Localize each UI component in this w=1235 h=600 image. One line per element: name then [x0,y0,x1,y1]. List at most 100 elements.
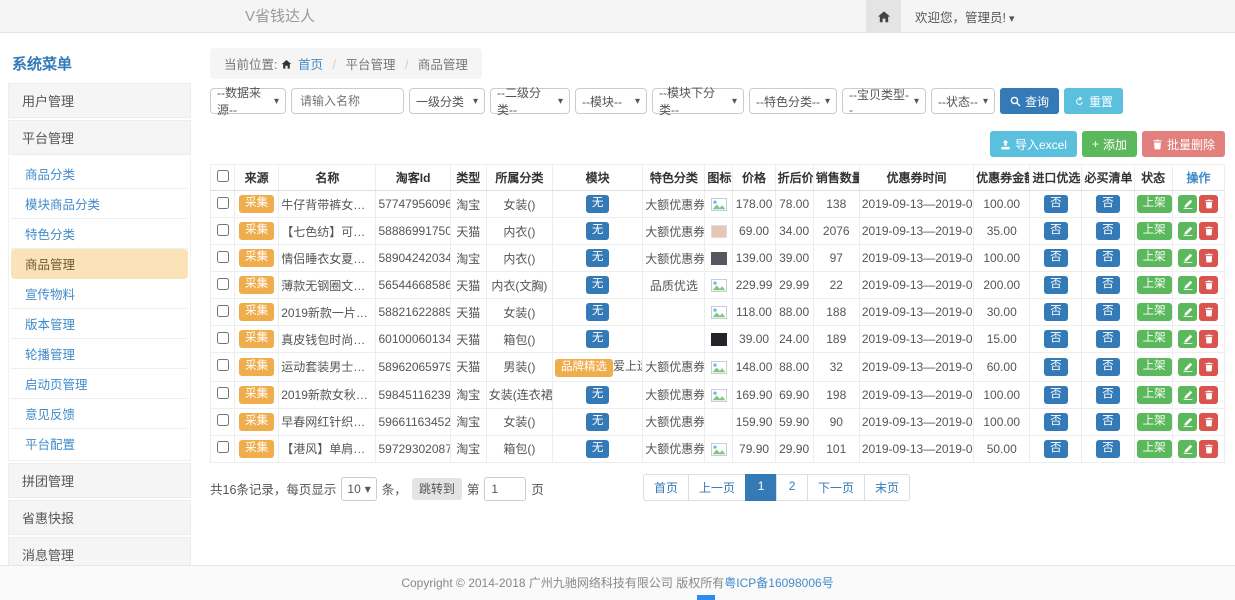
page-last-button[interactable]: 末页 [864,474,910,501]
status-toggle[interactable]: 上架 [1137,440,1172,458]
sidebar-item-version-mgmt[interactable]: 版本管理 [11,309,188,339]
edit-button[interactable] [1178,440,1197,458]
delete-button[interactable] [1199,440,1218,458]
sidebar-item-express-news[interactable]: 省惠快报 [8,500,191,535]
import-toggle[interactable]: 否 [1044,249,1068,267]
data-source-select[interactable]: --数据来源--▾ [210,88,286,114]
sidebar-item-user-mgmt[interactable]: 用户管理 [8,83,191,118]
row-checkbox[interactable] [217,359,229,371]
edit-button[interactable] [1178,413,1197,431]
must-buy-toggle[interactable]: 否 [1096,303,1120,321]
sidebar-item-splash-mgmt[interactable]: 启动页管理 [11,369,188,399]
delete-button[interactable] [1199,276,1218,294]
sidebar-item-groupbuy-mgmt[interactable]: 拼团管理 [8,463,191,498]
page-first-button[interactable]: 首页 [643,474,689,501]
edit-button[interactable] [1178,386,1197,404]
delete-button[interactable] [1199,303,1218,321]
edit-button[interactable] [1178,195,1197,213]
import-toggle[interactable]: 否 [1044,222,1068,240]
edit-button[interactable] [1178,222,1197,240]
must-buy-toggle[interactable]: 否 [1096,386,1120,404]
edit-button[interactable] [1178,303,1197,321]
reset-button[interactable]: 重置 [1064,88,1123,114]
status-toggle[interactable]: 上架 [1137,386,1172,404]
sidebar-item-carousel-mgmt[interactable]: 轮播管理 [11,339,188,369]
row-checkbox[interactable] [217,332,229,344]
import-toggle[interactable]: 否 [1044,386,1068,404]
sidebar-item-goods-category[interactable]: 商品分类 [11,159,188,189]
must-buy-toggle[interactable]: 否 [1096,440,1120,458]
delete-button[interactable] [1199,249,1218,267]
sidebar-item-promo-material[interactable]: 宣传物料 [11,279,188,309]
import-toggle[interactable]: 否 [1044,440,1068,458]
must-buy-toggle[interactable]: 否 [1096,358,1120,376]
edit-button[interactable] [1178,249,1197,267]
icp-link[interactable]: 粤ICP备16098006号 [724,576,833,590]
level1-category-select[interactable]: 一级分类▾ [409,88,485,114]
edit-button[interactable] [1178,276,1197,294]
status-toggle[interactable]: 上架 [1137,303,1172,321]
status-toggle[interactable]: 上架 [1137,276,1172,294]
delete-button[interactable] [1199,195,1218,213]
delete-button[interactable] [1199,386,1218,404]
import-toggle[interactable]: 否 [1044,276,1068,294]
status-toggle[interactable]: 上架 [1137,249,1172,267]
sidebar-item-platform-config[interactable]: 平台配置 [11,429,188,458]
row-checkbox[interactable] [217,224,229,236]
sidebar-item-special-category[interactable]: 特色分类 [11,219,188,249]
row-checkbox[interactable] [217,441,229,453]
must-buy-toggle[interactable]: 否 [1096,222,1120,240]
must-buy-toggle[interactable]: 否 [1096,249,1120,267]
import-toggle[interactable]: 否 [1044,413,1068,431]
delete-button[interactable] [1199,330,1218,348]
page-prev-button[interactable]: 上一页 [688,474,746,501]
batch-delete-button[interactable]: 批量删除 [1142,131,1225,157]
add-button[interactable]: +添加 [1082,131,1137,157]
edit-button[interactable] [1178,358,1197,376]
item-type-select[interactable]: --宝贝类型--▾ [842,88,926,114]
row-checkbox[interactable] [217,305,229,317]
home-button[interactable] [866,0,901,33]
delete-button[interactable] [1199,358,1218,376]
sidebar-item-message-mgmt[interactable]: 消息管理 [8,537,191,565]
module-select[interactable]: --模块--▾ [575,88,647,114]
status-toggle[interactable]: 上架 [1137,330,1172,348]
must-buy-toggle[interactable]: 否 [1096,413,1120,431]
jump-page-input[interactable] [484,477,526,501]
row-checkbox[interactable] [217,251,229,263]
sidebar-item-platform-mgmt[interactable]: 平台管理 [8,120,191,155]
page-1-button[interactable]: 1 [745,474,777,501]
row-checkbox[interactable] [217,414,229,426]
status-select[interactable]: --状态--▾ [931,88,995,114]
sidebar-item-module-goods-category[interactable]: 模块商品分类 [11,189,188,219]
delete-button[interactable] [1199,222,1218,240]
user-menu[interactable]: 欢迎您，管理员!▾ [915,7,1015,26]
page-next-button[interactable]: 下一页 [807,474,865,501]
name-search-input[interactable] [291,88,404,114]
page-2-button[interactable]: 2 [776,474,808,501]
import-toggle[interactable]: 否 [1044,303,1068,321]
module-subcategory-select[interactable]: --模块下分类--▾ [652,88,744,114]
must-buy-toggle[interactable]: 否 [1096,195,1120,213]
import-toggle[interactable]: 否 [1044,195,1068,213]
import-toggle[interactable]: 否 [1044,358,1068,376]
must-buy-toggle[interactable]: 否 [1096,330,1120,348]
must-buy-toggle[interactable]: 否 [1096,276,1120,294]
special-category-select[interactable]: --特色分类--▾ [749,88,837,114]
select-all-checkbox[interactable] [217,170,229,182]
row-checkbox[interactable] [217,278,229,290]
status-toggle[interactable]: 上架 [1137,413,1172,431]
jump-button[interactable]: 跳转到 [412,478,462,500]
delete-button[interactable] [1199,413,1218,431]
breadcrumb-home-link[interactable]: 首页 [298,58,323,72]
import-excel-button[interactable]: 导入excel [990,131,1077,157]
row-checkbox[interactable] [217,197,229,209]
sidebar-item-goods-mgmt-active[interactable]: 商品管理 [11,249,188,279]
row-checkbox[interactable] [217,387,229,399]
status-toggle[interactable]: 上架 [1137,195,1172,213]
edit-button[interactable] [1178,330,1197,348]
status-toggle[interactable]: 上架 [1137,358,1172,376]
level2-category-select[interactable]: --二级分类--▾ [490,88,570,114]
sidebar-item-feedback[interactable]: 意见反馈 [11,399,188,429]
per-page-select[interactable]: 10▾ [341,477,376,501]
